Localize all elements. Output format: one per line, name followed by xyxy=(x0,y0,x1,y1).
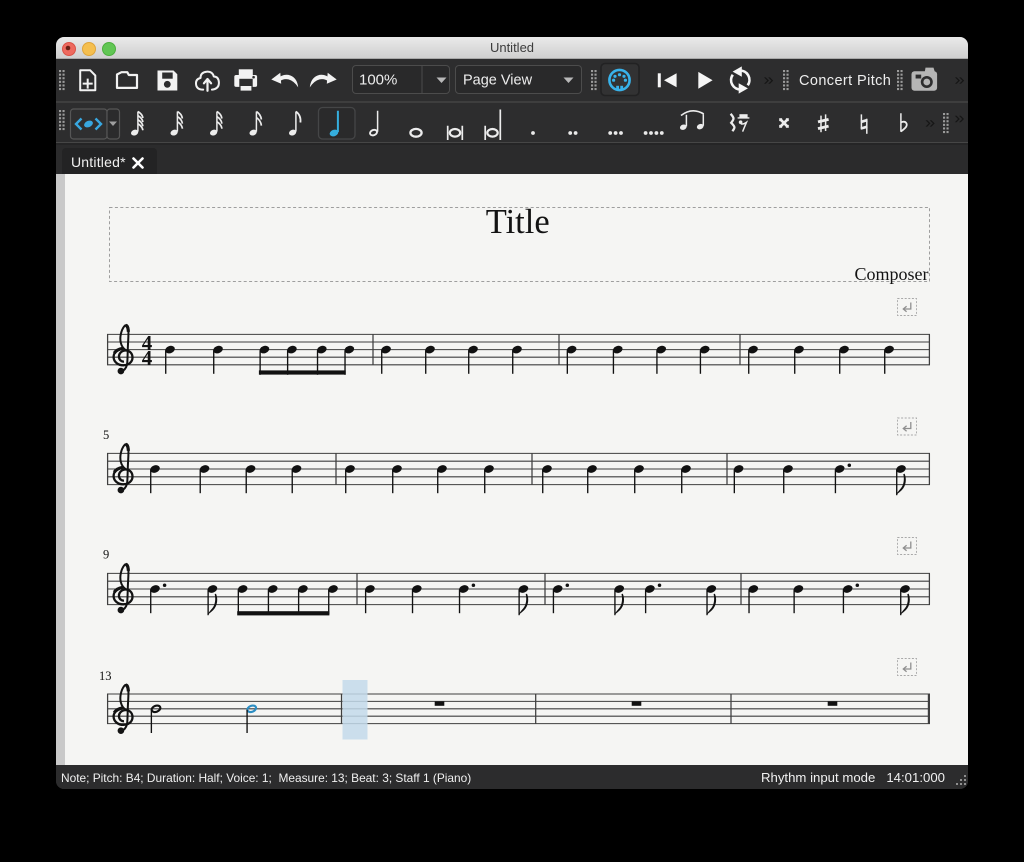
svg-text:9: 9 xyxy=(103,548,109,562)
svg-text:13: 13 xyxy=(99,669,112,683)
svg-text:Page View: Page View xyxy=(463,73,533,89)
svg-text:Composer: Composer xyxy=(855,264,929,284)
svg-text:100%: 100% xyxy=(359,72,397,89)
svg-text:5: 5 xyxy=(103,428,109,442)
svg-text:4: 4 xyxy=(142,346,153,370)
svg-text:Title: Title xyxy=(486,203,550,241)
svg-text:Concert Pitch: Concert Pitch xyxy=(799,73,891,89)
